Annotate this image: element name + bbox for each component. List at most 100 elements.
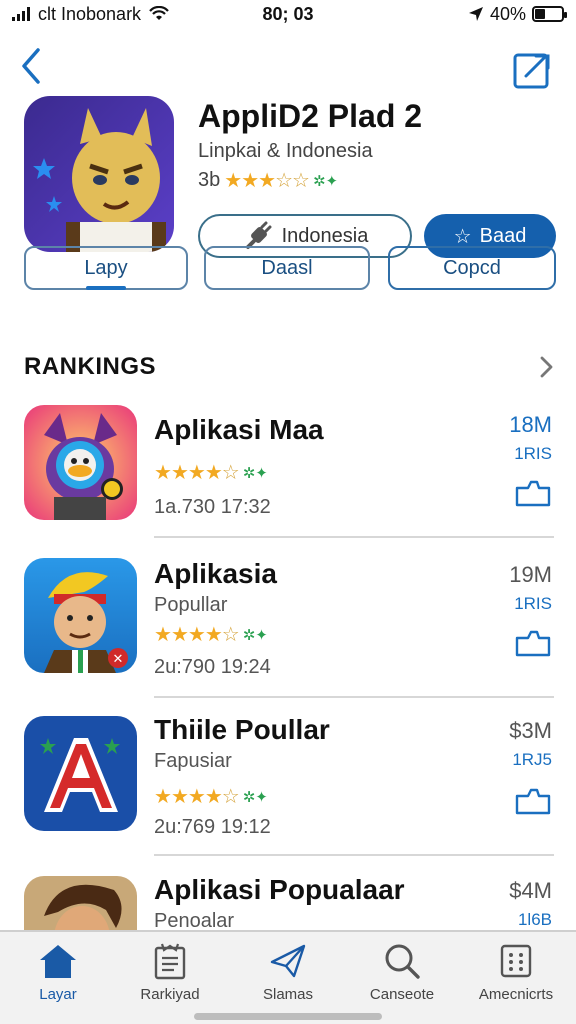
battery-percent: 40% — [489, 3, 526, 24]
battery-fill — [535, 9, 546, 19]
segment-label-2: Daasl — [261, 256, 313, 279]
list-item[interactable]: Aplikasi Popualaar Penoalar $4M 1l6B — [0, 874, 576, 930]
list-item[interactable]: Aplikasi Maa ★★★★☆ ✲✦ 1a.730 17:32 18M 1… — [0, 400, 576, 560]
app-rating: 3b ★★★☆☆ ✲✦ — [198, 168, 338, 193]
star-filled-icon: ★ — [204, 786, 223, 808]
star-filled-icon: ★ — [204, 462, 223, 484]
app-subtitle: Linpkai & Indonesia — [198, 140, 373, 162]
divider — [154, 854, 554, 856]
app-title: Aplikasi Popualaar — [154, 874, 405, 905]
search-icon — [385, 944, 420, 979]
star-filled-icon: ★ — [187, 462, 206, 484]
star-filled-icon: ★ — [170, 462, 189, 484]
app-icon — [24, 876, 137, 930]
tab-label: Rarkiyad — [140, 986, 200, 1003]
rating-sparkle-icon: ✲✦ — [312, 172, 339, 190]
download-icon[interactable] — [514, 628, 552, 658]
divider — [154, 696, 554, 698]
star-filled-icon: ★ — [204, 624, 223, 646]
location-icon — [468, 7, 483, 21]
segment-active-indicator — [86, 286, 126, 290]
app-size: 18M — [509, 412, 552, 437]
star-empty-icon: ☆ — [275, 170, 293, 192]
star-empty-icon: ☆ — [221, 786, 240, 808]
segment-tab-3[interactable]: Copcd — [388, 246, 556, 290]
tab-label: Slamas — [262, 986, 314, 1003]
grid-icon — [500, 944, 532, 978]
app-subtitle: Popullar — [154, 594, 228, 616]
home-indicator — [194, 1013, 382, 1020]
tab-rarkiyad[interactable]: Rarkiyad — [120, 942, 220, 1003]
tab-canseote[interactable]: Canseote — [352, 942, 452, 1003]
star-filled-icon: ★ — [154, 786, 172, 808]
divider — [154, 536, 554, 538]
app-icon — [24, 716, 137, 831]
star-filled-icon: ★ — [154, 462, 172, 484]
star-filled-icon: ★ — [224, 170, 242, 192]
app-star-rating: ★★★☆☆ — [224, 168, 310, 193]
app-tag: 1RIS — [514, 594, 552, 613]
status-right: 40% — [468, 3, 567, 25]
star-filled-icon: ★ — [241, 170, 259, 192]
segment-label-3: Copcd — [443, 256, 501, 279]
download-icon[interactable] — [514, 478, 552, 508]
stars: ★★★★☆ — [154, 460, 240, 485]
region-label: Indonesia — [281, 224, 369, 247]
star-empty-icon: ☆ — [292, 170, 310, 192]
app-title: Aplikasia — [154, 558, 277, 589]
star-outline-icon: ☆ — [453, 225, 472, 248]
app-title: AppliD2 Plad 2 — [198, 98, 423, 134]
app-icon — [24, 405, 137, 520]
tab-layar[interactable]: Layar — [8, 942, 108, 1003]
star-filled-icon: ★ — [187, 786, 206, 808]
rating-sparkle-icon: ✲✦ — [242, 626, 268, 644]
tab-slamas[interactable]: Slamas — [238, 942, 338, 1003]
segment-tab-2[interactable]: Daasl — [204, 246, 370, 290]
app-subtitle: Penoalar — [154, 910, 235, 930]
app-tag: 1RJ5 — [512, 750, 552, 769]
app-tag: 1l6B — [517, 910, 552, 929]
download-icon[interactable] — [514, 786, 552, 816]
rating-sparkle-icon: ✲✦ — [242, 788, 268, 806]
star-filled-icon: ★ — [258, 170, 276, 192]
svg-text:✕: ✕ — [113, 651, 124, 666]
app-icon — [24, 96, 174, 252]
segment-tab-1[interactable]: Lapy — [24, 246, 188, 290]
app-date: 2u:769 19:12 — [154, 816, 271, 838]
tab-label: Amecnicrts — [478, 986, 554, 1003]
chevron-right-icon[interactable] — [536, 354, 556, 380]
list-item[interactable]: Thiile Poullar Fapusiar ★★★★☆ ✲✦ 2u:769 … — [0, 714, 576, 874]
app-size: $4M — [509, 878, 552, 903]
tab-bar: Layar Rarkiyad Slamas Canseote Amecnicrt… — [0, 930, 576, 1024]
star-filled-icon: ★ — [154, 624, 172, 646]
star-rating: ★★★★☆ ✲✦ — [154, 460, 268, 485]
section-title: RANKINGS — [24, 353, 157, 380]
stars: ★★★★☆ — [154, 622, 240, 647]
app-date: 2u:790 19:24 — [154, 656, 271, 678]
tab-label: Layar — [39, 986, 77, 1003]
rating-prefix: 3b — [198, 169, 221, 191]
rankings-header[interactable]: RANKINGS — [24, 352, 556, 382]
list-item[interactable]: ✕ Aplikasia Popullar ★★★★☆ ✲✦ 2u:790 19:… — [0, 556, 576, 716]
star-empty-icon: ☆ — [221, 624, 240, 646]
wifi-icon — [149, 6, 169, 20]
battery-icon — [532, 6, 567, 22]
star-filled-icon: ★ — [187, 624, 206, 646]
rating-sparkle-icon: ✲✦ — [242, 464, 268, 482]
app-size: 19M — [509, 562, 552, 587]
carrier-label: clt Inobonark — [38, 3, 142, 24]
status-bar: clt Inobonark 80; 03 40% — [0, 0, 576, 28]
star-filled-icon: ★ — [170, 624, 189, 646]
app-title: Aplikasi Maa — [154, 414, 324, 445]
star-filled-icon: ★ — [170, 786, 189, 808]
back-chevron-icon[interactable] — [16, 46, 46, 86]
compose-icon[interactable] — [512, 50, 552, 90]
star-rating: ★★★★☆ ✲✦ — [154, 622, 268, 647]
app-title: Thiile Poullar — [154, 714, 330, 745]
signal-icon — [12, 7, 30, 21]
app-size: $3M — [509, 718, 552, 743]
home-icon — [40, 945, 76, 978]
tab-amecnicrts[interactable]: Amecnicrts — [466, 942, 566, 1003]
status-left: clt Inobonark — [12, 4, 169, 25]
get-label: Baad — [479, 224, 527, 247]
